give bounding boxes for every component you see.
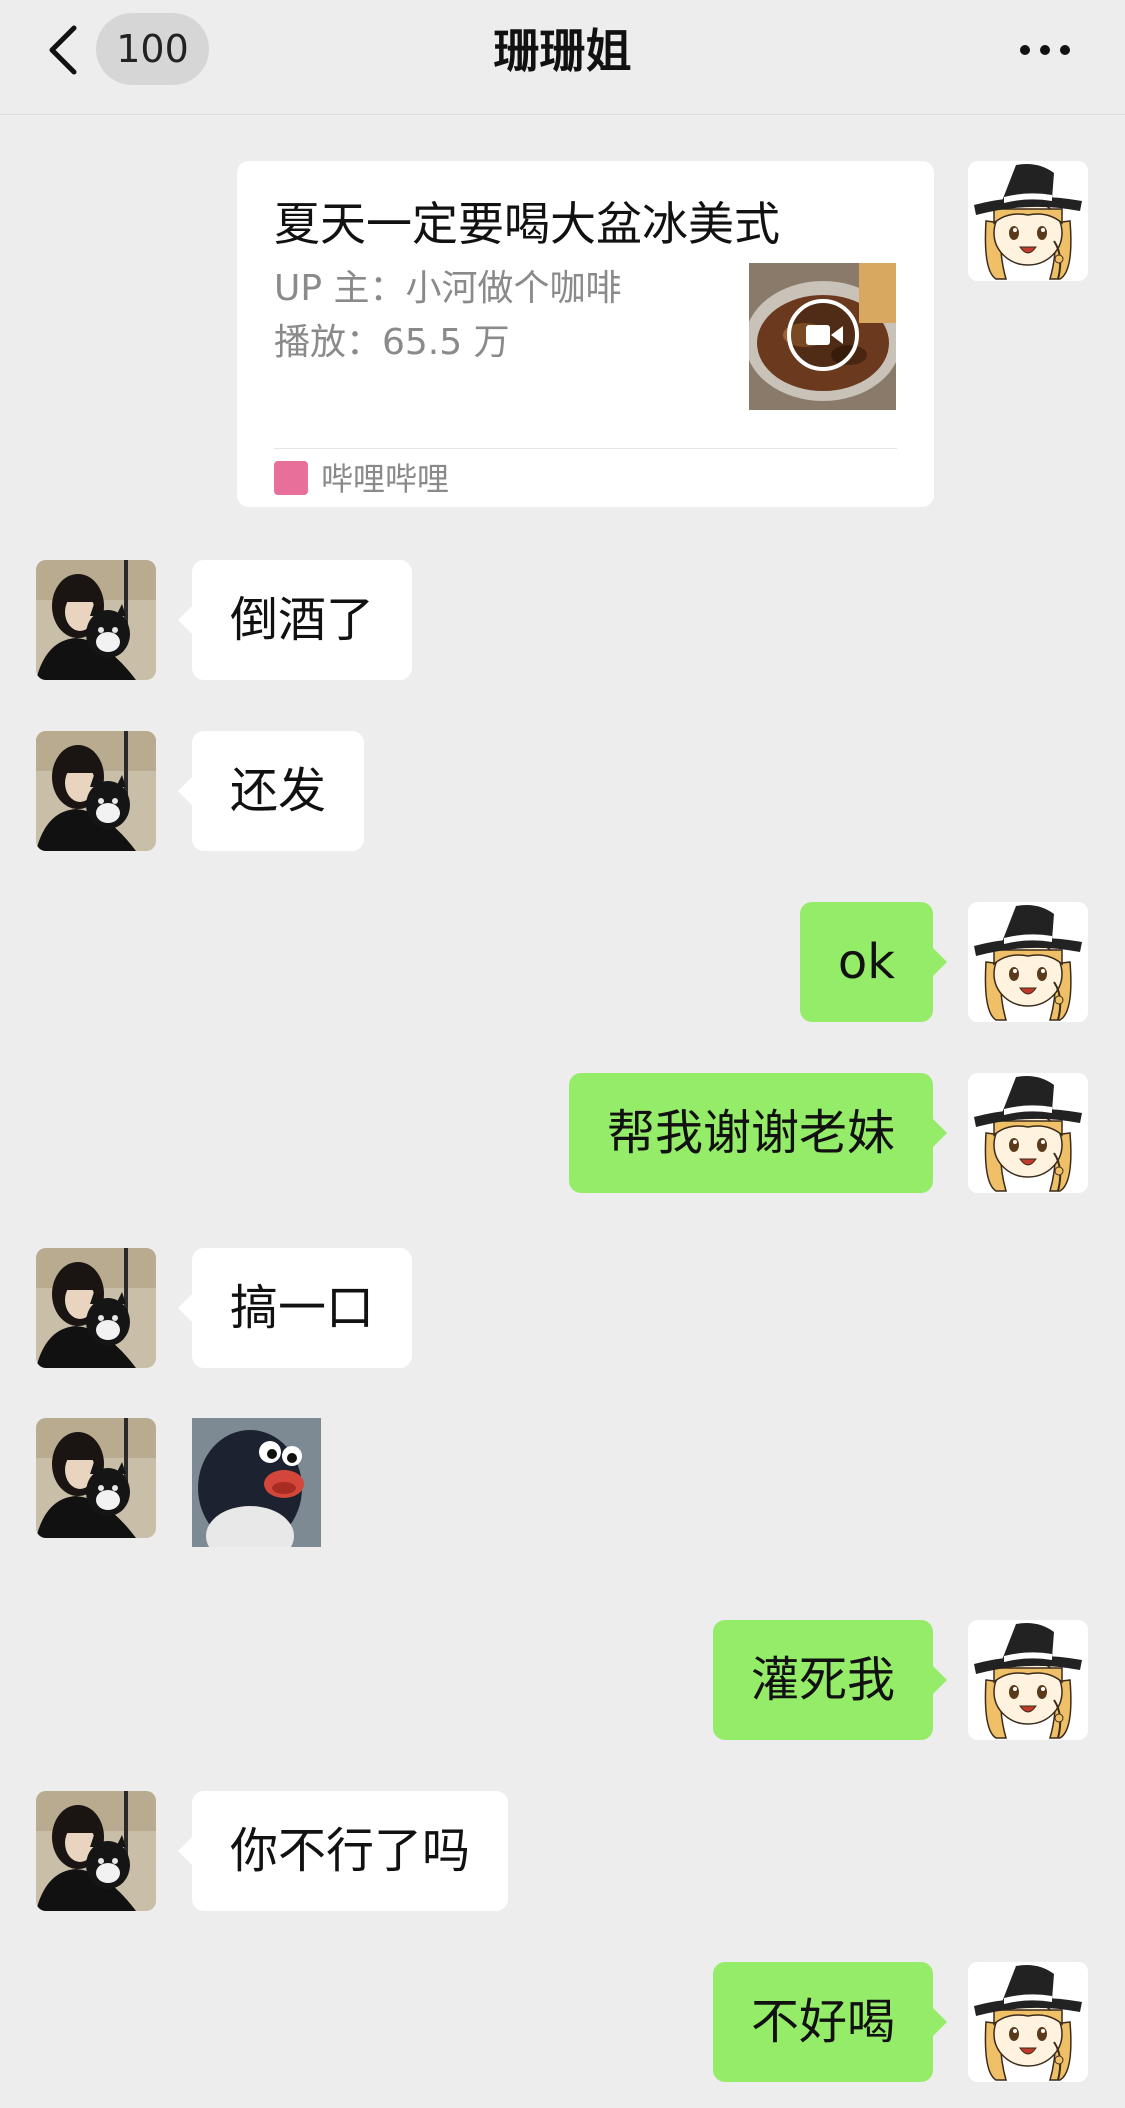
friend-avatar[interactable] xyxy=(36,560,156,680)
message-bubble-incoming[interactable]: 搞一口 xyxy=(177,1248,413,1368)
friend-avatar[interactable] xyxy=(36,1418,156,1538)
message-bubble-outgoing[interactable]: 不好喝 xyxy=(712,1962,948,2082)
message-bubble-outgoing[interactable]: ok xyxy=(799,902,948,1022)
my-avatar[interactable] xyxy=(968,1073,1088,1193)
video-source: 哔哩哔哩 xyxy=(321,460,450,498)
my-avatar[interactable] xyxy=(968,902,1088,1022)
more-options-icon[interactable] xyxy=(1015,30,1075,70)
bilibili-icon xyxy=(274,461,308,495)
bilibili-video-card[interactable]: 夏天一定要喝大盆冰美式 UP 主：小河做个咖啡 播放：65.5 万 哔哩哔哩 xyxy=(237,161,934,507)
penguin-sticker[interactable] xyxy=(192,1418,321,1547)
my-avatar[interactable] xyxy=(968,161,1088,281)
video-title: 夏天一定要喝大盆冰美式 xyxy=(274,197,780,251)
message-bubble-incoming[interactable]: 你不行了吗 xyxy=(177,1791,509,1911)
chat-title: 珊珊姐 xyxy=(493,24,632,78)
my-avatar[interactable] xyxy=(968,1962,1088,2082)
friend-avatar[interactable] xyxy=(36,731,156,851)
friend-avatar[interactable] xyxy=(36,1791,156,1911)
video-uploader: UP 主：小河做个咖啡 xyxy=(274,268,622,309)
video-plays: 播放：65.5 万 xyxy=(274,322,510,363)
message-bubble-outgoing[interactable]: 灌死我 xyxy=(712,1620,948,1740)
my-avatar[interactable] xyxy=(968,1620,1088,1740)
video-thumbnail xyxy=(749,263,896,410)
message-bubble-outgoing[interactable]: 帮我谢谢老妹 xyxy=(568,1073,948,1193)
friend-avatar[interactable] xyxy=(36,1248,156,1368)
message-bubble-incoming[interactable]: 还发 xyxy=(177,731,365,851)
chat-header: 100 珊珊姐 xyxy=(0,0,1125,115)
card-divider xyxy=(274,448,897,449)
message-bubble-incoming[interactable]: 倒酒了 xyxy=(177,560,413,680)
